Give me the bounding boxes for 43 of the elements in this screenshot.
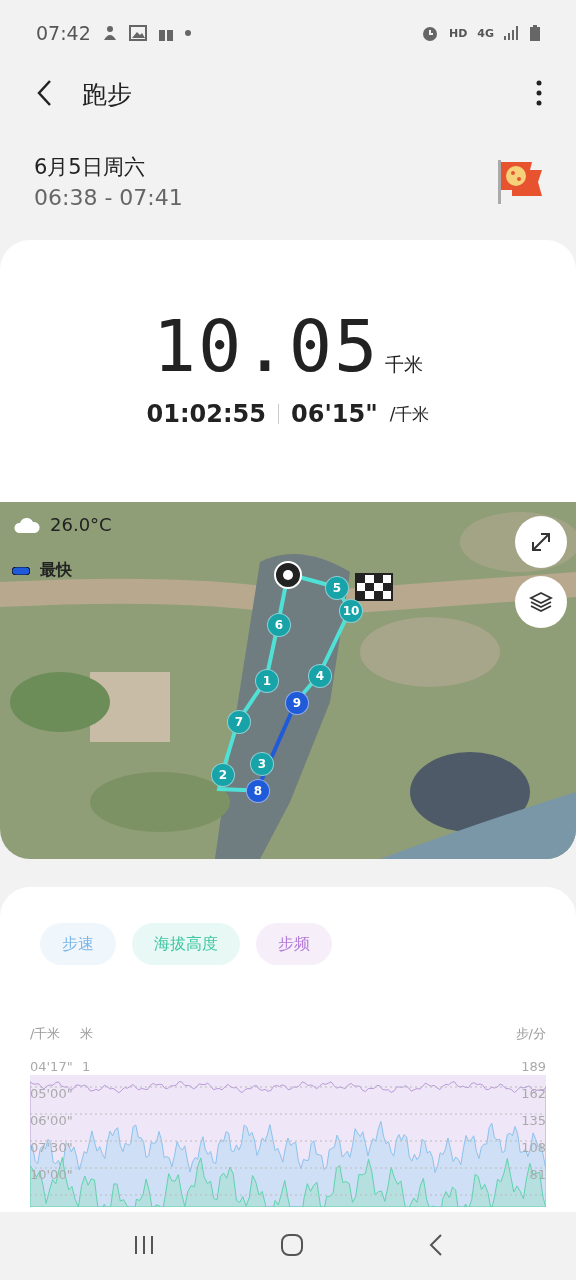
axis-tick-label: 1 xyxy=(82,1059,91,1076)
axis-tick-label: 162 xyxy=(521,1086,546,1103)
alarm-icon xyxy=(420,24,439,42)
battery-icon xyxy=(530,25,540,41)
fastest-legend-icon xyxy=(12,566,30,575)
status-time: 07:42 xyxy=(36,22,91,44)
axis-tick-label: 04'17" xyxy=(30,1059,74,1076)
axis-unit: 米 xyxy=(80,1025,94,1043)
flag-icon[interactable] xyxy=(498,158,542,204)
duration-value: 01:02:55 xyxy=(146,400,266,428)
axis-tick-label: 108 xyxy=(521,1140,546,1157)
axis-tick-label: 189 xyxy=(521,1059,546,1076)
workout-date: 6月5日周六 xyxy=(34,153,146,181)
workout-time-range: 06:38 - 07:41 xyxy=(34,184,184,210)
image-icon xyxy=(128,25,147,41)
temperature: 26.0°C xyxy=(50,514,112,535)
distance-unit: 千米 xyxy=(385,352,424,377)
home-icon[interactable] xyxy=(280,1232,304,1257)
axis-unit: /千米 xyxy=(30,1025,61,1043)
axis-unit: 步/分 xyxy=(515,1025,546,1043)
axis-tick-label: 135 xyxy=(521,1113,546,1130)
hd-label: HD xyxy=(448,26,468,40)
distance-value: 10.05 xyxy=(152,310,380,382)
page-title: 跑步 xyxy=(82,78,133,111)
pace-unit: /千米 xyxy=(389,402,430,426)
metric-tab[interactable]: 海拔高度 xyxy=(132,923,240,965)
layers-icon[interactable] xyxy=(529,590,553,614)
expand-icon[interactable] xyxy=(530,531,552,553)
pace-value: 06'15" xyxy=(291,400,378,428)
recent-apps-icon[interactable] xyxy=(132,1234,155,1255)
network-label: 4G xyxy=(477,26,494,40)
dot-icon xyxy=(184,30,191,36)
legend-label: 最快 xyxy=(40,560,72,581)
cloud-icon xyxy=(14,516,40,533)
back-icon[interactable] xyxy=(36,78,52,107)
metric-tab[interactable]: 步速 xyxy=(40,923,116,965)
more-icon[interactable] xyxy=(536,79,542,106)
back-icon[interactable] xyxy=(429,1233,444,1256)
metric-tab[interactable]: 步频 xyxy=(256,923,332,965)
axis-tick-label: 06'00" xyxy=(30,1113,74,1130)
axis-tick-label: 81 xyxy=(529,1167,546,1184)
signal-icon xyxy=(504,26,520,40)
axis-tick-label: 05'00" xyxy=(30,1086,74,1103)
